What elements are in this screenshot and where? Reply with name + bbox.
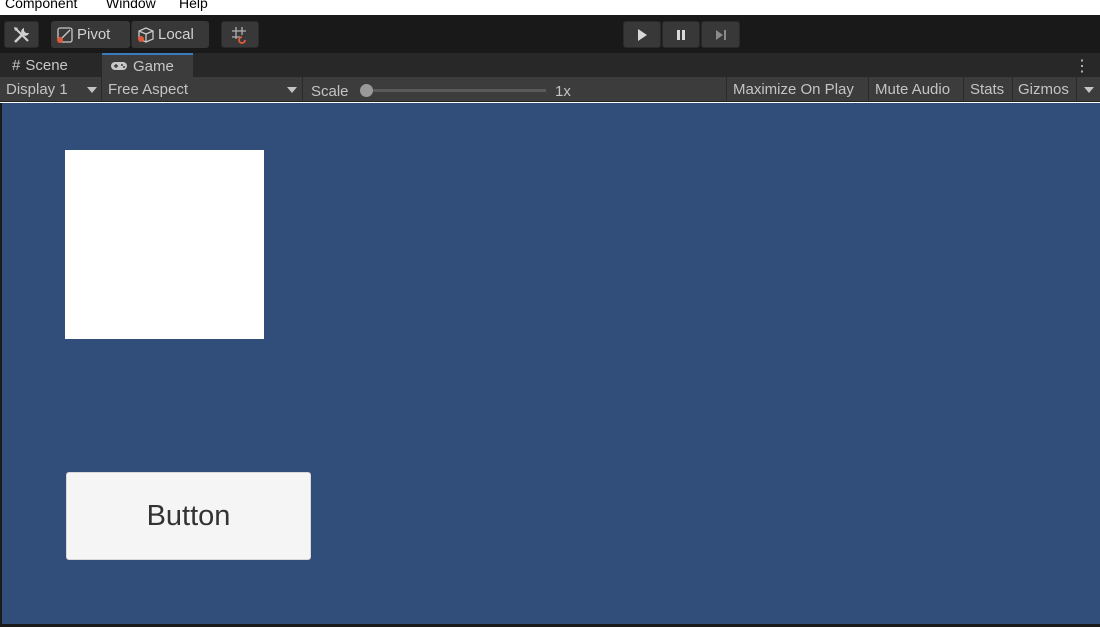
- pause-icon: [677, 29, 685, 40]
- grid-snap-button[interactable]: [221, 21, 259, 48]
- mute-audio-toggle[interactable]: Mute Audio: [869, 77, 964, 102]
- display-label: Display 1: [6, 81, 68, 98]
- main-toolbar: Pivot Local: [0, 15, 1100, 53]
- tab-bar: # Scene Game ⋮: [0, 53, 1100, 77]
- gizmos-label: Gizmos: [1018, 81, 1069, 98]
- pivot-button[interactable]: Pivot: [51, 21, 130, 48]
- pivot-icon: [57, 26, 73, 43]
- gamepad-icon: [111, 62, 127, 70]
- chevron-down-icon: [87, 87, 97, 93]
- menu-window[interactable]: Window: [106, 0, 156, 11]
- hash-icon: #: [12, 56, 21, 74]
- ui-button[interactable]: Button: [66, 472, 311, 560]
- chevron-down-icon: [287, 87, 297, 93]
- maximize-on-play-toggle[interactable]: Maximize On Play: [727, 77, 869, 102]
- ui-button-label: Button: [146, 499, 231, 532]
- play-button[interactable]: [623, 21, 661, 48]
- scale-value: 1x: [555, 83, 571, 100]
- mute-audio-label: Mute Audio: [875, 81, 951, 98]
- local-label: Local: [158, 26, 194, 43]
- ui-image: [65, 150, 264, 339]
- pivot-label: Pivot: [77, 26, 111, 43]
- stats-toggle[interactable]: Stats: [964, 77, 1013, 102]
- menu-help[interactable]: Help: [179, 0, 208, 11]
- more-options-icon[interactable]: ⋮: [1074, 56, 1090, 76]
- aspect-dropdown[interactable]: Free Aspect: [102, 77, 303, 102]
- tools-button[interactable]: [4, 21, 39, 48]
- grid-snap-icon: [232, 26, 246, 44]
- maximize-on-play-label: Maximize On Play: [733, 81, 854, 98]
- aspect-label: Free Aspect: [108, 81, 189, 98]
- step-button[interactable]: [701, 21, 740, 48]
- display-dropdown[interactable]: Display 1: [0, 77, 102, 102]
- pause-button[interactable]: [662, 21, 700, 48]
- tools-icon: [13, 26, 29, 43]
- tab-scene-label: Scene: [25, 56, 68, 74]
- play-icon: [638, 28, 647, 41]
- local-button[interactable]: Local: [131, 21, 209, 48]
- tab-game[interactable]: Game: [102, 53, 193, 77]
- tab-game-label: Game: [133, 57, 174, 75]
- menu-component[interactable]: Component: [5, 0, 77, 11]
- gizmos-dropdown[interactable]: [1077, 77, 1100, 102]
- step-icon: [715, 29, 726, 40]
- gizmos-toggle[interactable]: Gizmos: [1013, 77, 1077, 102]
- tab-scene[interactable]: # Scene: [4, 53, 101, 77]
- cube-icon: [138, 26, 154, 43]
- game-view-toolbar: Display 1 Free Aspect Scale 1x Maximize …: [0, 77, 1100, 102]
- scale-slider-track[interactable]: [366, 89, 546, 92]
- scale-label: Scale: [311, 82, 349, 100]
- menu-bar: Component Window Help: [0, 0, 1100, 15]
- scale-slider-handle[interactable]: [360, 84, 373, 97]
- chevron-down-icon: [1084, 87, 1094, 93]
- stats-label: Stats: [970, 81, 1005, 98]
